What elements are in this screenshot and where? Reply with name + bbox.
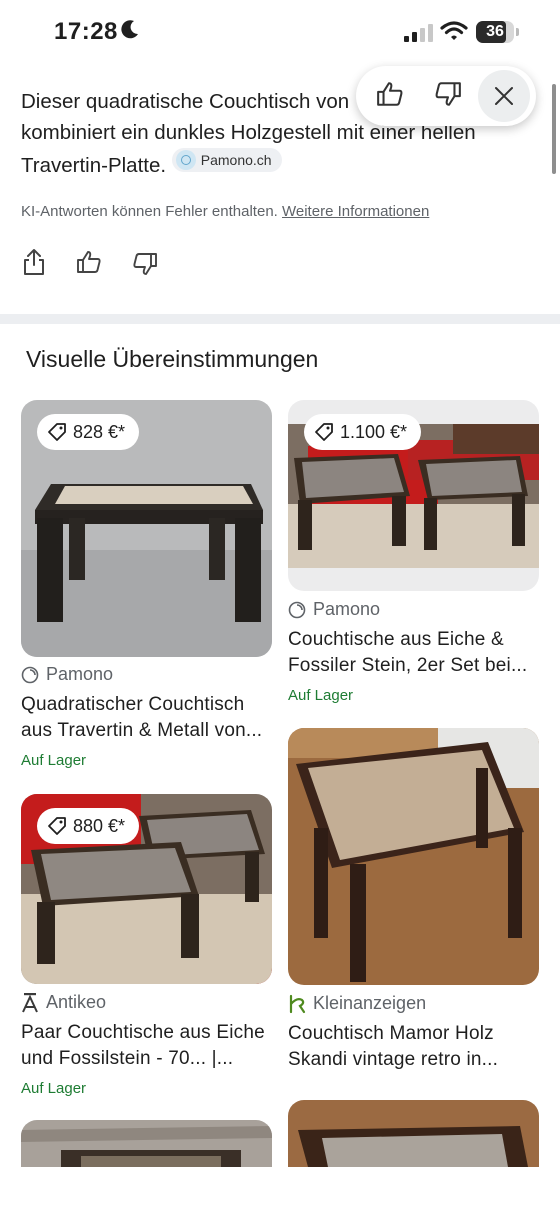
wifi-icon [440, 21, 468, 40]
source-chip[interactable]: Pamono.ch [171, 148, 282, 172]
stock-status: Auf Lager [21, 752, 87, 769]
card-title-line: Couchtische aus Eiche & [288, 629, 504, 650]
cellular-signal-icon [404, 24, 433, 42]
card-title-line: und Fossilstein - 70... |... [21, 1048, 234, 1069]
pamono-logo-icon [175, 150, 196, 170]
feedback-pill [356, 66, 536, 126]
ai-answer-line-last: Travertin-Platte. Pamono.ch [21, 148, 541, 181]
result-card[interactable]: 828 €* Pamono Quadratischer Couchtisch a… [21, 400, 272, 780]
tag-icon [315, 423, 333, 441]
card-title-line: Quadratischer Couchtisch [21, 694, 245, 715]
battery-indicator: 36 [476, 21, 514, 43]
source-row: Pamono [288, 599, 380, 620]
tag-icon [48, 817, 66, 835]
section-title: Visuelle Übereinstimmungen [26, 346, 319, 372]
source-row: Antikeo [21, 992, 106, 1013]
result-card[interactable]: 1.100 €* Pamono Couchtische aus Eiche & … [288, 400, 539, 710]
table-photo-5 [21, 1120, 272, 1167]
source-name: Pamono [46, 664, 114, 684]
product-image[interactable]: 880 €* [21, 794, 272, 984]
product-image[interactable] [288, 728, 539, 985]
ai-disclaimer: KI-Antworten können Fehler enthalten. We… [21, 203, 429, 220]
product-image[interactable] [21, 1120, 272, 1167]
clock: 17:28 [54, 18, 118, 45]
price-label: 828 €* [73, 421, 126, 442]
card-title[interactable]: Couchtisch Mamor Holz Skandi vintage ret… [288, 1021, 498, 1073]
section-divider [0, 314, 560, 324]
product-image[interactable]: 828 €* [21, 400, 272, 657]
thumbs-down-icon[interactable] [434, 80, 462, 108]
table-photo-6 [288, 1100, 539, 1167]
battery-level: 36 [486, 23, 504, 40]
share-icon[interactable] [22, 248, 46, 276]
price-label: 1.100 €* [340, 421, 408, 442]
battery-tip [516, 28, 519, 36]
thumbs-up-icon[interactable] [76, 250, 102, 274]
result-card[interactable]: 880 €* Antikeo Paar Couchtische aus Eich… [21, 794, 272, 1104]
table-photo-4 [288, 728, 539, 985]
thumbs-up-icon[interactable] [376, 80, 404, 108]
status-bar: 17:28 36 [0, 0, 560, 64]
result-card[interactable] [288, 1100, 539, 1167]
result-card[interactable]: Kleinanzeigen Couchtisch Mamor Holz Skan… [288, 728, 539, 1078]
product-image[interactable] [288, 1100, 539, 1167]
card-title-line: Fossiler Stein, 2er Set bei... [288, 655, 528, 676]
circle-logo-icon [21, 666, 39, 683]
circle-logo-icon [288, 601, 306, 618]
source-row: Kleinanzeigen [288, 993, 426, 1014]
antikeo-logo-icon [22, 992, 38, 1012]
thumbs-down-icon[interactable] [132, 252, 158, 276]
moon-icon [121, 20, 138, 39]
card-title[interactable]: Paar Couchtische aus Eiche und Fossilste… [21, 1020, 265, 1072]
result-card[interactable] [21, 1120, 272, 1167]
source-name: Antikeo [46, 992, 107, 1012]
price-tag: 880 €* [37, 808, 140, 844]
tag-icon [48, 423, 66, 441]
disclaimer-text: KI-Antworten können Fehler enthalten. [21, 203, 278, 220]
source-name: Pamono [313, 599, 381, 619]
stock-status: Auf Lager [288, 687, 354, 704]
more-info-link[interactable]: Weitere Informationen [282, 203, 429, 220]
card-title-line: Paar Couchtische aus Eiche [21, 1022, 265, 1043]
ai-answer-line: Travertin-Platte. [21, 154, 167, 177]
card-title-line: aus Travertin & Metall von... [21, 720, 263, 741]
price-tag: 828 €* [37, 414, 140, 450]
close-button[interactable] [478, 70, 530, 122]
card-title[interactable]: Quadratischer Couchtisch aus Travertin &… [21, 692, 262, 744]
scrollbar[interactable] [552, 84, 556, 174]
card-title-line: Couchtisch Mamor Holz [288, 1023, 494, 1044]
card-title-line: Skandi vintage retro in... [288, 1049, 499, 1070]
price-tag: 1.100 €* [304, 414, 422, 450]
product-image[interactable]: 1.100 €* [288, 400, 539, 591]
source-chip-label: Pamono.ch [200, 152, 272, 168]
kleinanzeigen-logo-icon [289, 994, 306, 1013]
card-title[interactable]: Couchtische aus Eiche & Fossiler Stein, … [288, 627, 527, 679]
source-name: Kleinanzeigen [313, 993, 427, 1013]
close-icon [495, 87, 513, 105]
source-row: Pamono [21, 664, 113, 685]
stock-status: Auf Lager [21, 1080, 87, 1097]
price-label: 880 €* [73, 815, 126, 836]
